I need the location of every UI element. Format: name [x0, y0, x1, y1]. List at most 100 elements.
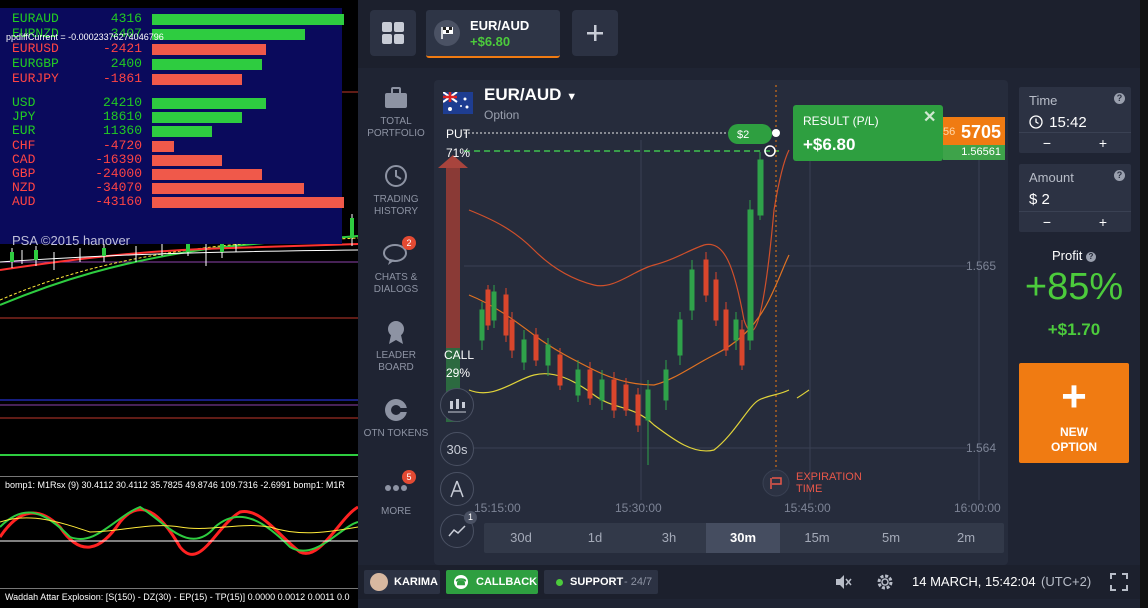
time-label: 16:00:00: [954, 501, 1001, 515]
grid-layout-button[interactable]: [370, 10, 416, 56]
help-icon[interactable]: ?: [1114, 170, 1125, 181]
time-field[interactable]: Time ? 15:42 − +: [1019, 87, 1131, 153]
waddah-indicator-label: Waddah Attar Explosion: [S(150) - DZ(30)…: [5, 592, 350, 602]
timeframe-bar: 30d 1d 3h 30m 15m 5m 2m: [484, 523, 1004, 553]
pair-title: EUR/AUD: [484, 85, 562, 104]
strength-bar: [152, 140, 174, 152]
strength-bar: [152, 98, 266, 109]
trading-app-window: EUR/AUD +$6.80 TOTAL PORTFOLIO TRADING H…: [358, 0, 1140, 608]
chat-badge: 2: [402, 236, 416, 250]
expiration-marker: [762, 469, 790, 497]
sidebar-label: TRADING HISTORY: [373, 194, 419, 217]
close-icon[interactable]: ✕: [923, 107, 936, 127]
sidebar-item-otn-tokens[interactable]: OTN TOKENS: [358, 396, 434, 440]
background-window-edge: [1140, 0, 1148, 608]
new-option-button[interactable]: + NEW OPTION: [1019, 363, 1129, 463]
strength-name: NZD: [12, 180, 36, 196]
sidebar-item-total-portfolio[interactable]: TOTAL PORTFOLIO: [358, 84, 434, 140]
price-tag-prefix: 56: [943, 126, 956, 138]
time-axis-labels: 15:15:00 15:30:00 15:45:00 16:00:00: [474, 501, 1001, 515]
period-label: 30s: [446, 441, 468, 457]
amount-field[interactable]: Amount ? $ 2 − +: [1019, 164, 1131, 232]
strength-bar: [152, 169, 262, 180]
flag-icon: [434, 20, 460, 46]
fullscreen-icon[interactable]: [1110, 573, 1128, 596]
medal-icon: [382, 318, 410, 346]
candlestick-icon: [448, 399, 466, 413]
more-badge: 5: [402, 470, 416, 484]
amount-stepper: − +: [1019, 211, 1131, 232]
amount-value[interactable]: $ 2: [1029, 191, 1050, 208]
strength-value: 4316: [110, 11, 142, 26]
strength-value: 11360: [102, 123, 142, 139]
mute-icon[interactable]: [834, 574, 852, 595]
current-price-tag: 56 5705: [943, 117, 1005, 147]
sidebar-item-trading-history[interactable]: TRADING HISTORY: [358, 162, 434, 218]
sidebar-label: MORE: [381, 506, 411, 517]
timeframe-3h[interactable]: 3h: [632, 523, 706, 553]
price-level-1564: 1.564: [966, 441, 996, 455]
time-decrease-button[interactable]: −: [1019, 133, 1075, 153]
strength-name: EURUSD: [12, 41, 59, 56]
avatar: [370, 573, 388, 591]
waddah-indicator-pane: Waddah Attar Explosion: [S(150) - DZ(30)…: [0, 588, 358, 608]
amount-decrease-button[interactable]: −: [1019, 212, 1075, 232]
timeframe-1d[interactable]: 1d: [558, 523, 632, 553]
price-level-1565: 1.565: [966, 259, 996, 273]
strength-bar: [152, 154, 222, 166]
price-level-labels: 1.565 1.564: [966, 259, 996, 455]
help-icon[interactable]: ?: [1114, 93, 1125, 104]
candle-period-button[interactable]: 30s: [440, 432, 474, 466]
bottom-bar: KARIMA ☎ CALLBACK SUPPORT - 24/7 14 MARC…: [358, 565, 1140, 599]
user-profile-button[interactable]: KARIMA: [364, 570, 440, 594]
currency-strength-panel: EURAUD 4316 EURNZD 3407 EURUSD -2421 EURGBP 240…: [0, 8, 344, 248]
asset-tab-eur-aud[interactable]: EUR/AUD +$6.80: [426, 10, 560, 58]
time-increase-button[interactable]: +: [1075, 133, 1131, 153]
strength-name: EUR: [12, 123, 36, 139]
trade-panel: Time ? 15:42 − + Amount ? $ 2 − + Profit…: [1018, 80, 1134, 565]
support-hours: - 24/7: [624, 576, 653, 588]
candle-type-button[interactable]: [440, 388, 474, 422]
help-icon[interactable]: ?: [1085, 252, 1096, 262]
chat-icon: 2: [382, 236, 416, 268]
profit-amount: +$1.70: [1047, 320, 1101, 339]
timezone: (UTC+2): [1041, 574, 1092, 589]
time-value-row[interactable]: 15:42: [1029, 114, 1087, 131]
strength-value: -34070: [95, 180, 142, 196]
callback-button[interactable]: ☎ CALLBACK: [446, 570, 538, 594]
profit-label-row: Profit ?: [1018, 248, 1130, 263]
strength-bar: [152, 197, 344, 209]
timeframe-2m[interactable]: 2m: [928, 523, 1004, 553]
timeframe-30m[interactable]: 30m: [706, 523, 780, 553]
indicators-button[interactable]: 1: [440, 511, 477, 548]
strength-value: 18610: [102, 109, 142, 125]
timeframe-5m[interactable]: 5m: [854, 523, 928, 553]
strength-bar: [152, 126, 212, 138]
sidebar-item-chats[interactable]: 2 CHATS & DIALOGS: [358, 236, 434, 296]
strength-name: EURJPY: [12, 71, 59, 86]
debug-readout: ppdiffCurrent = -0.00023376274046796: [6, 32, 164, 42]
sidebar-label: CHATS & DIALOGS: [373, 272, 419, 295]
user-name: KARIMA: [394, 576, 438, 588]
sidebar-item-more[interactable]: 5 MORE: [358, 470, 434, 518]
support-button[interactable]: SUPPORT - 24/7: [544, 570, 658, 594]
timeframe-15m[interactable]: 15m: [780, 523, 854, 553]
strength-value: -16390: [95, 151, 142, 167]
strength-name: CHF: [12, 137, 36, 153]
expiration-label: TIME: [796, 483, 822, 495]
profit-label: Profit: [1052, 248, 1083, 263]
entry-point-marker: [772, 129, 780, 137]
strike-price-tag: 1.56561: [943, 145, 1005, 160]
amount-increase-button[interactable]: +: [1075, 212, 1131, 232]
timeframe-30d[interactable]: 30d: [484, 523, 558, 553]
briefcase-icon: [382, 84, 410, 112]
pair-selector[interactable]: EUR/AUD ▼: [484, 85, 577, 105]
sidebar-item-leader-board[interactable]: LEADER BOARD: [358, 318, 434, 374]
add-asset-button[interactable]: [572, 10, 618, 56]
settings-gear-icon[interactable]: [876, 573, 894, 596]
new-option-label-line: NEW: [1060, 425, 1088, 439]
drawing-tools-button[interactable]: [440, 472, 474, 506]
strength-bar: [152, 74, 242, 85]
clock-icon: [1029, 115, 1043, 129]
trade-amount-pill[interactable]: [728, 124, 772, 144]
